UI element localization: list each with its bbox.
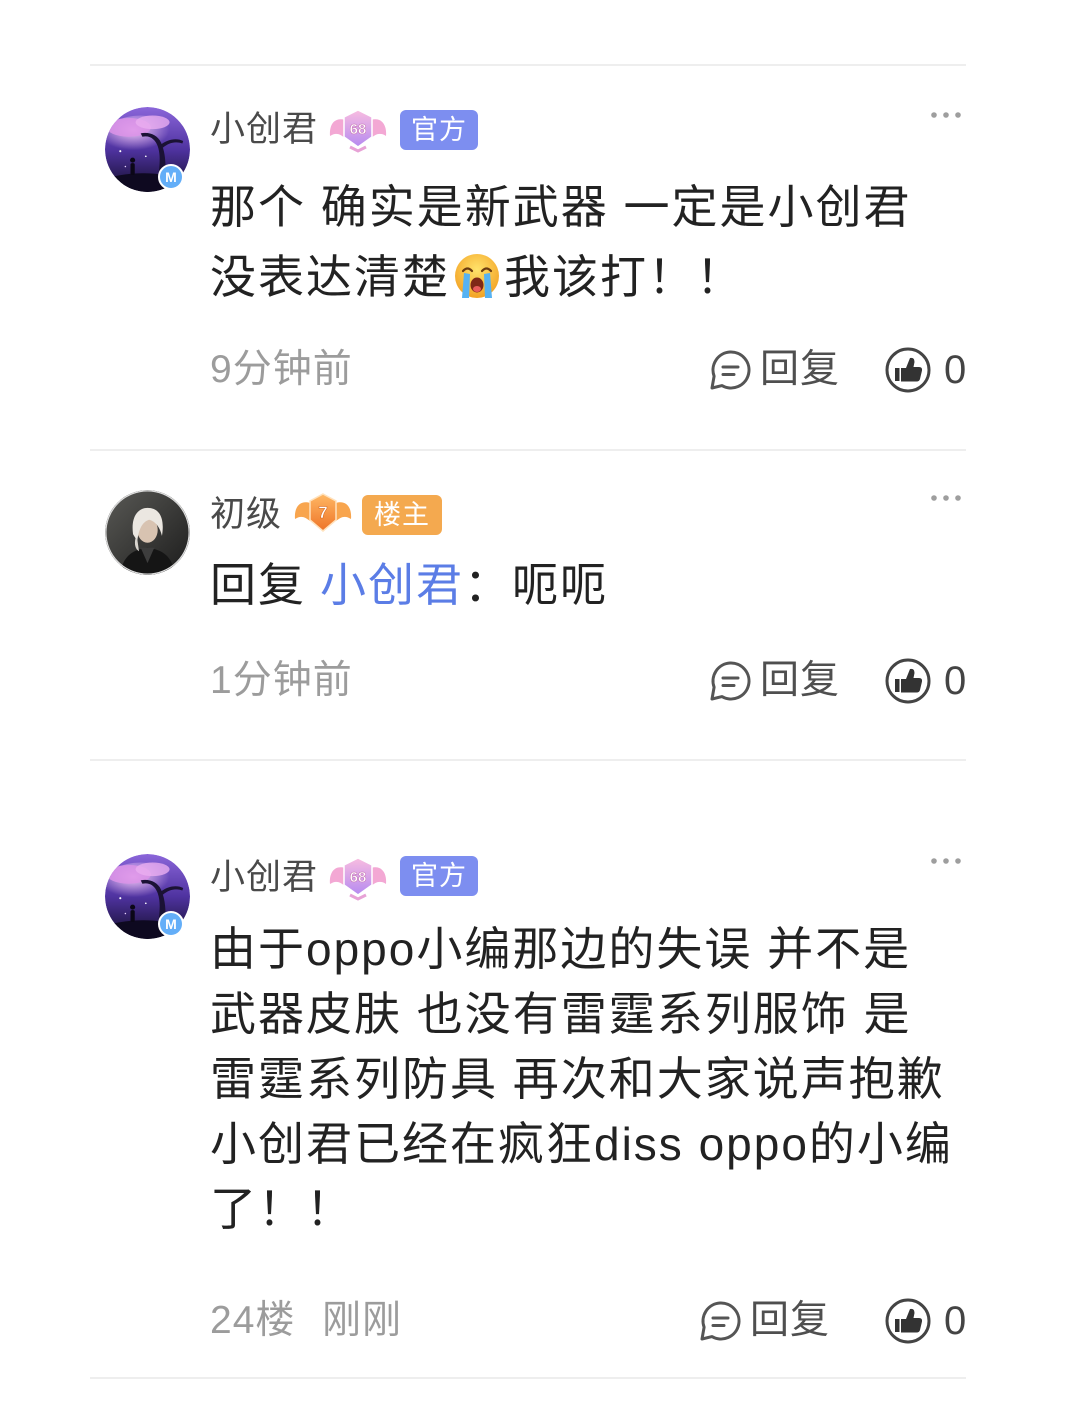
level-number: 68 xyxy=(350,121,367,138)
like-count: 0 xyxy=(944,659,968,703)
reply-comment-icon xyxy=(708,348,752,392)
silver-hair-portrait-avatar xyxy=(105,490,190,575)
user-avatar[interactable] xyxy=(105,490,190,575)
divider xyxy=(90,759,966,761)
level-number: 7 xyxy=(318,503,327,522)
divider xyxy=(90,64,966,66)
reply-comment-icon xyxy=(708,659,752,703)
content-line: 小创君已经在疯狂diss oppo的小编 xyxy=(210,1118,953,1170)
content-text: 我该打！！ xyxy=(504,251,744,303)
purple-winged-level-badge-icon: 68 xyxy=(329,857,387,901)
comment-time: 9分钟前 xyxy=(210,348,353,391)
comment-thread: M 小创君 68 官方 那个 确实是新武器 一定是小创君 没表达清楚 我该打！！… xyxy=(0,0,1069,1401)
content-line: 雷霆系列防具 再次和大家说声抱歉 xyxy=(210,1053,945,1105)
more-options-icon[interactable] xyxy=(928,491,964,505)
like-button[interactable]: 0 xyxy=(884,656,967,706)
comment-time: 1分钟前 xyxy=(210,659,353,702)
reply-label: 回复 xyxy=(760,348,841,391)
thumbs-up-icon xyxy=(884,346,932,394)
content-text: ：呃呃 xyxy=(464,559,608,611)
comment-content: 由于oppo小编那边的失误 并不是 武器皮肤 也没有雷霆系列服饰 是 雷霆系列防… xyxy=(210,917,953,1242)
reply-label: 回复 xyxy=(760,659,841,702)
content-line: 回复 小创君：呃呃 xyxy=(210,552,608,618)
mentioned-user-link[interactable]: 小创君 xyxy=(320,559,464,611)
reply-button[interactable]: 回复 xyxy=(698,1296,830,1346)
thumbs-up-icon xyxy=(884,1297,932,1345)
avatar-verified-mark: M xyxy=(158,911,184,937)
content-line: 了！！ xyxy=(210,1183,354,1235)
more-options-icon[interactable] xyxy=(928,108,964,122)
content-line: 没表达清楚 我该打！！ xyxy=(210,242,912,312)
divider xyxy=(90,449,966,451)
thumbs-up-icon xyxy=(884,657,932,705)
content-line: 那个 确实是新武器 一定是小创君 xyxy=(210,181,912,233)
username[interactable]: 小创君 xyxy=(210,856,318,900)
thread-owner-tag: 楼主 xyxy=(362,495,442,535)
reply-button[interactable]: 回复 xyxy=(708,656,840,706)
divider xyxy=(90,1377,966,1379)
official-tag: 官方 xyxy=(400,856,478,896)
reply-comment-icon xyxy=(698,1299,742,1343)
reply-prefix: 回复 xyxy=(210,559,306,611)
content-line: 由于oppo小编那边的失误 并不是 xyxy=(210,923,912,975)
more-options-icon[interactable] xyxy=(928,854,964,868)
purple-winged-level-badge-icon: 68 xyxy=(329,109,387,153)
like-button[interactable]: 0 xyxy=(884,1296,967,1346)
like-count: 0 xyxy=(944,348,968,392)
username[interactable]: 初级 xyxy=(210,493,282,537)
reply-button[interactable]: 回复 xyxy=(708,345,840,395)
like-button[interactable]: 0 xyxy=(884,345,967,395)
content-line: 武器皮肤 也没有雷霆系列服饰 是 xyxy=(210,988,912,1040)
content-text: 没表达清楚 xyxy=(210,251,450,303)
level-number: 68 xyxy=(350,869,367,886)
username[interactable]: 小创君 xyxy=(210,108,318,152)
reply-label: 回复 xyxy=(750,1299,831,1342)
comment-content: 回复 小创君：呃呃 xyxy=(210,552,608,618)
orange-winged-level-badge-icon: 7 xyxy=(294,493,352,532)
like-count: 0 xyxy=(944,1299,968,1343)
comment-time: 刚刚 xyxy=(322,1299,403,1342)
comment-content: 那个 确实是新武器 一定是小创君 没表达清楚 我该打！！ xyxy=(210,172,912,312)
floor-number: 24楼 xyxy=(210,1299,296,1342)
official-tag: 官方 xyxy=(400,110,478,150)
avatar-verified-mark: M xyxy=(158,164,184,190)
crying-face-emoji-icon xyxy=(455,254,499,298)
